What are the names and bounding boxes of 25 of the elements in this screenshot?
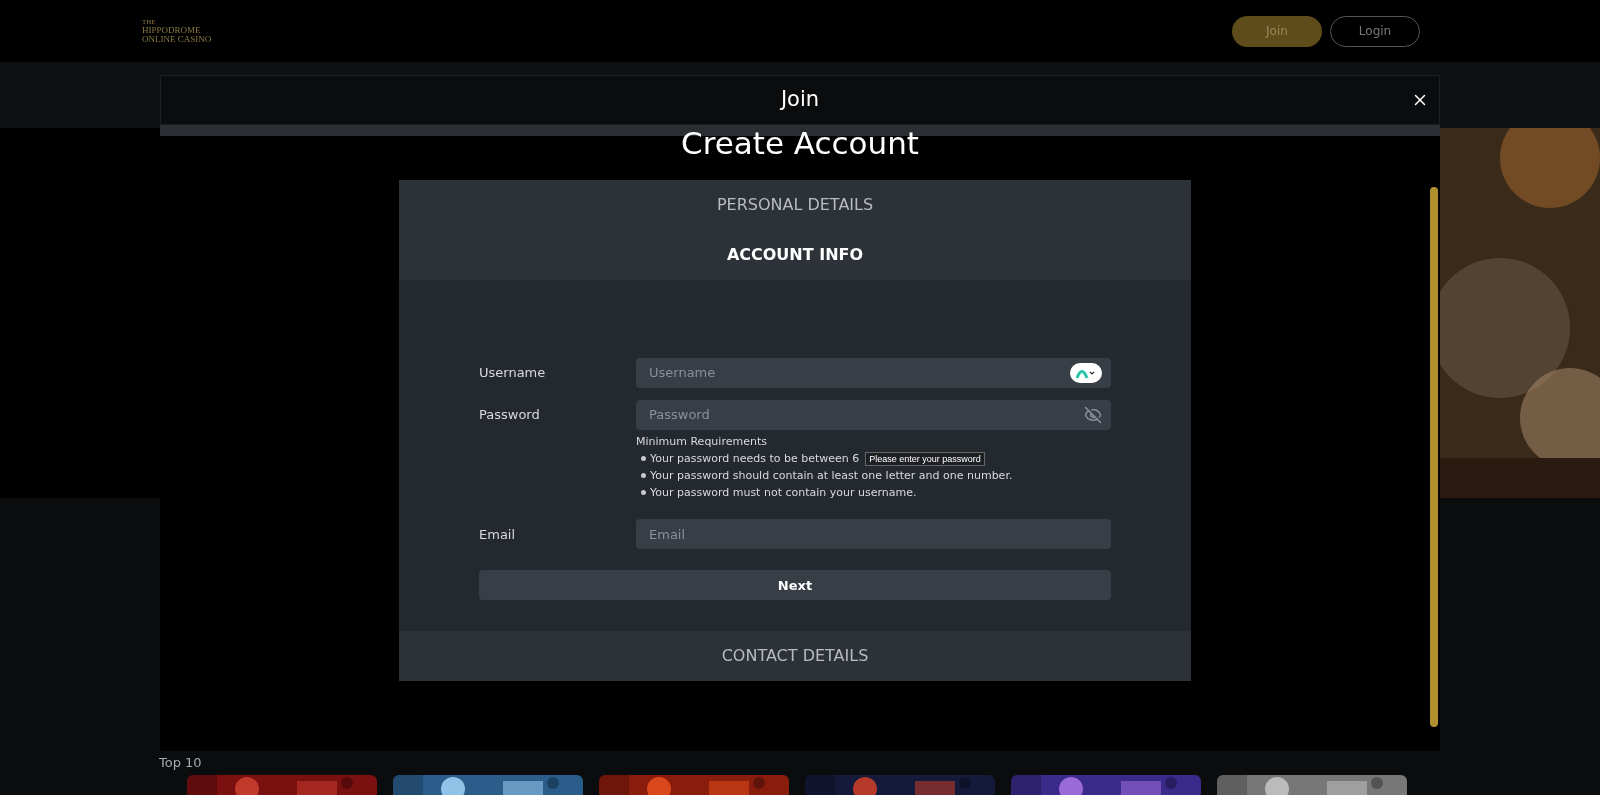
tooltip: Please enter your password [865,451,985,466]
requirement-text: Your password should contain at least one letter and one number. [650,468,1013,485]
logo-text: HIPPODROME [142,25,202,35]
bullet-icon [641,456,646,462]
modal-title: Join [780,86,820,114]
bullet-icon [641,473,646,479]
field-label: Password [479,406,541,425]
requirement-text: Your password must not contain your username. [650,485,917,502]
email-field[interactable]: Email [636,519,1111,550]
hide-password-icon[interactable] [1084,405,1102,424]
requirement-text: Your password needs to be between 6 [650,451,860,468]
username-field[interactable]: Username [636,357,1111,388]
bullet-icon [641,490,646,496]
requirements-title: Minimum Requirements [636,433,768,450]
field-label: Username [479,364,547,383]
next-button[interactable]: Next [479,570,1111,601]
section-title: Top 10 [159,755,203,771]
step-tab[interactable]: CONTACT DETAILS [399,631,1191,682]
scrollbar[interactable] [1430,186,1438,727]
step-tab[interactable]: PERSONAL DETAILS [399,179,1191,230]
form-heading: Create Account [681,124,919,163]
logo-text: ONLINE CASINO [142,34,212,44]
password-field[interactable]: Password [636,399,1111,430]
field-label: Email [479,525,517,544]
step-tab[interactable]: ACCOUNT INFO [399,229,1191,280]
